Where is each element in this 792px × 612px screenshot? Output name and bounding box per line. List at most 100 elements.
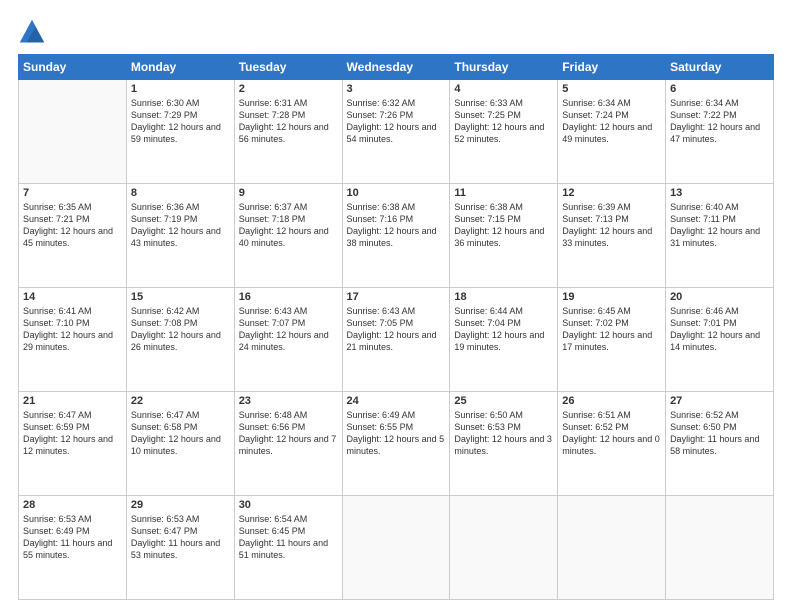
day-number: 27	[670, 395, 769, 407]
weekday-header-row: SundayMondayTuesdayWednesdayThursdayFrid…	[19, 55, 774, 80]
cell-info: Sunrise: 6:40 AMSunset: 7:11 PMDaylight:…	[670, 201, 769, 250]
calendar-cell	[19, 80, 127, 184]
weekday-header: Wednesday	[342, 55, 450, 80]
cell-info: Sunrise: 6:52 AMSunset: 6:50 PMDaylight:…	[670, 409, 769, 458]
cell-info: Sunrise: 6:36 AMSunset: 7:19 PMDaylight:…	[131, 201, 230, 250]
calendar-cell: 17 Sunrise: 6:43 AMSunset: 7:05 PMDayligh…	[342, 288, 450, 392]
day-number: 4	[454, 83, 553, 95]
day-number: 21	[23, 395, 122, 407]
day-number: 14	[23, 291, 122, 303]
cell-info: Sunrise: 6:48 AMSunset: 6:56 PMDaylight:…	[239, 409, 338, 458]
calendar-cell: 11Sunrise: 6:38 AMSunset: 7:15 PMDayligh…	[450, 184, 558, 288]
day-number: 19	[562, 291, 661, 303]
calendar-cell: 28 Sunrise: 6:53 AMSunset: 6:49 PMDayligh…	[19, 496, 127, 600]
day-number: 30	[239, 499, 338, 511]
weekday-header: Monday	[126, 55, 234, 80]
header	[18, 18, 774, 46]
day-number: 18	[454, 291, 553, 303]
calendar-cell: 21Sunrise: 6:47 AMSunset: 6:59 PMDayligh…	[19, 392, 127, 496]
calendar-cell: 12 Sunrise: 6:39 AMSunset: 7:13 PMDayligh…	[558, 184, 666, 288]
calendar-cell: 2 Sunrise: 6:31 AMSunset: 7:28 PMDaylight…	[234, 80, 342, 184]
calendar-cell: 22 Sunrise: 6:47 AMSunset: 6:58 PMDayligh…	[126, 392, 234, 496]
calendar-cell: 30 Sunrise: 6:54 AMSunset: 6:45 PMDayligh…	[234, 496, 342, 600]
day-number: 2	[239, 83, 338, 95]
cell-info: Sunrise: 6:42 AMSunset: 7:08 PMDaylight:…	[131, 305, 230, 354]
cell-info: Sunrise: 6:43 AMSunset: 7:05 PMDaylight:…	[347, 305, 446, 354]
calendar-cell: 1 Sunrise: 6:30 AMSunset: 7:29 PMDaylight…	[126, 80, 234, 184]
cell-info: Sunrise: 6:43 AMSunset: 7:07 PMDaylight:…	[239, 305, 338, 354]
calendar-cell: 15 Sunrise: 6:42 AMSunset: 7:08 PMDayligh…	[126, 288, 234, 392]
day-number: 12	[562, 187, 661, 199]
day-number: 13	[670, 187, 769, 199]
day-number: 20	[670, 291, 769, 303]
day-number: 24	[347, 395, 446, 407]
calendar-cell: 20 Sunrise: 6:46 AMSunset: 7:01 PMDayligh…	[666, 288, 774, 392]
cell-info: Sunrise: 6:54 AMSunset: 6:45 PMDaylight:…	[239, 513, 338, 562]
cell-info: Sunrise: 6:51 AMSunset: 6:52 PMDaylight:…	[562, 409, 661, 458]
day-number: 8	[131, 187, 230, 199]
day-number: 28	[23, 499, 122, 511]
cell-info: Sunrise: 6:50 AMSunset: 6:53 PMDaylight:…	[454, 409, 553, 458]
cell-info: Sunrise: 6:53 AMSunset: 6:47 PMDaylight:…	[131, 513, 230, 562]
calendar-cell: 23Sunrise: 6:48 AMSunset: 6:56 PMDayligh…	[234, 392, 342, 496]
weekday-header: Sunday	[19, 55, 127, 80]
calendar-cell	[342, 496, 450, 600]
weekday-header: Friday	[558, 55, 666, 80]
cell-info: Sunrise: 6:46 AMSunset: 7:01 PMDaylight:…	[670, 305, 769, 354]
calendar: SundayMondayTuesdayWednesdayThursdayFrid…	[18, 54, 774, 600]
calendar-cell: 14 Sunrise: 6:41 AMSunset: 7:10 PMDayligh…	[19, 288, 127, 392]
calendar-cell	[450, 496, 558, 600]
cell-info: Sunrise: 6:41 AMSunset: 7:10 PMDaylight:…	[23, 305, 122, 354]
cell-info: Sunrise: 6:30 AMSunset: 7:29 PMDaylight:…	[131, 97, 230, 146]
day-number: 9	[239, 187, 338, 199]
calendar-cell: 4 Sunrise: 6:33 AMSunset: 7:25 PMDaylight…	[450, 80, 558, 184]
day-number: 10	[347, 187, 446, 199]
weekday-header: Saturday	[666, 55, 774, 80]
logo-icon	[18, 18, 46, 46]
cell-info: Sunrise: 6:31 AMSunset: 7:28 PMDaylight:…	[239, 97, 338, 146]
calendar-week-row: 14 Sunrise: 6:41 AMSunset: 7:10 PMDayligh…	[19, 288, 774, 392]
cell-info: Sunrise: 6:34 AMSunset: 7:22 PMDaylight:…	[670, 97, 769, 146]
day-number: 26	[562, 395, 661, 407]
calendar-cell: 25 Sunrise: 6:50 AMSunset: 6:53 PMDayligh…	[450, 392, 558, 496]
day-number: 29	[131, 499, 230, 511]
day-number: 11	[454, 187, 553, 199]
day-number: 25	[454, 395, 553, 407]
page: SundayMondayTuesdayWednesdayThursdayFrid…	[0, 0, 792, 612]
calendar-cell: 16 Sunrise: 6:43 AMSunset: 7:07 PMDayligh…	[234, 288, 342, 392]
cell-info: Sunrise: 6:49 AMSunset: 6:55 PMDaylight:…	[347, 409, 446, 458]
cell-info: Sunrise: 6:33 AMSunset: 7:25 PMDaylight:…	[454, 97, 553, 146]
day-number: 22	[131, 395, 230, 407]
day-number: 15	[131, 291, 230, 303]
calendar-cell: 13 Sunrise: 6:40 AMSunset: 7:11 PMDayligh…	[666, 184, 774, 288]
calendar-cell: 27 Sunrise: 6:52 AMSunset: 6:50 PMDayligh…	[666, 392, 774, 496]
cell-info: Sunrise: 6:44 AMSunset: 7:04 PMDaylight:…	[454, 305, 553, 354]
cell-info: Sunrise: 6:32 AMSunset: 7:26 PMDaylight:…	[347, 97, 446, 146]
weekday-header: Thursday	[450, 55, 558, 80]
day-number: 5	[562, 83, 661, 95]
day-number: 17	[347, 291, 446, 303]
calendar-cell: 8 Sunrise: 6:36 AMSunset: 7:19 PMDaylight…	[126, 184, 234, 288]
calendar-week-row: 1 Sunrise: 6:30 AMSunset: 7:29 PMDaylight…	[19, 80, 774, 184]
calendar-cell: 9Sunrise: 6:37 AMSunset: 7:18 PMDaylight…	[234, 184, 342, 288]
day-number: 16	[239, 291, 338, 303]
cell-info: Sunrise: 6:53 AMSunset: 6:49 PMDaylight:…	[23, 513, 122, 562]
calendar-cell: 24 Sunrise: 6:49 AMSunset: 6:55 PMDayligh…	[342, 392, 450, 496]
cell-info: Sunrise: 6:34 AMSunset: 7:24 PMDaylight:…	[562, 97, 661, 146]
calendar-cell: 7 Sunrise: 6:35 AMSunset: 7:21 PMDaylight…	[19, 184, 127, 288]
day-number: 1	[131, 83, 230, 95]
calendar-cell	[666, 496, 774, 600]
calendar-week-row: 28 Sunrise: 6:53 AMSunset: 6:49 PMDayligh…	[19, 496, 774, 600]
calendar-cell: 10 Sunrise: 6:38 AMSunset: 7:16 PMDayligh…	[342, 184, 450, 288]
cell-info: Sunrise: 6:38 AMSunset: 7:16 PMDaylight:…	[347, 201, 446, 250]
cell-info: Sunrise: 6:47 AMSunset: 6:58 PMDaylight:…	[131, 409, 230, 458]
day-number: 7	[23, 187, 122, 199]
cell-info: Sunrise: 6:39 AMSunset: 7:13 PMDaylight:…	[562, 201, 661, 250]
day-number: 3	[347, 83, 446, 95]
cell-info: Sunrise: 6:45 AMSunset: 7:02 PMDaylight:…	[562, 305, 661, 354]
calendar-cell: 3 Sunrise: 6:32 AMSunset: 7:26 PMDaylight…	[342, 80, 450, 184]
calendar-cell: 6Sunrise: 6:34 AMSunset: 7:22 PMDaylight…	[666, 80, 774, 184]
cell-info: Sunrise: 6:35 AMSunset: 7:21 PMDaylight:…	[23, 201, 122, 250]
weekday-header: Tuesday	[234, 55, 342, 80]
calendar-cell: 18 Sunrise: 6:44 AMSunset: 7:04 PMDayligh…	[450, 288, 558, 392]
